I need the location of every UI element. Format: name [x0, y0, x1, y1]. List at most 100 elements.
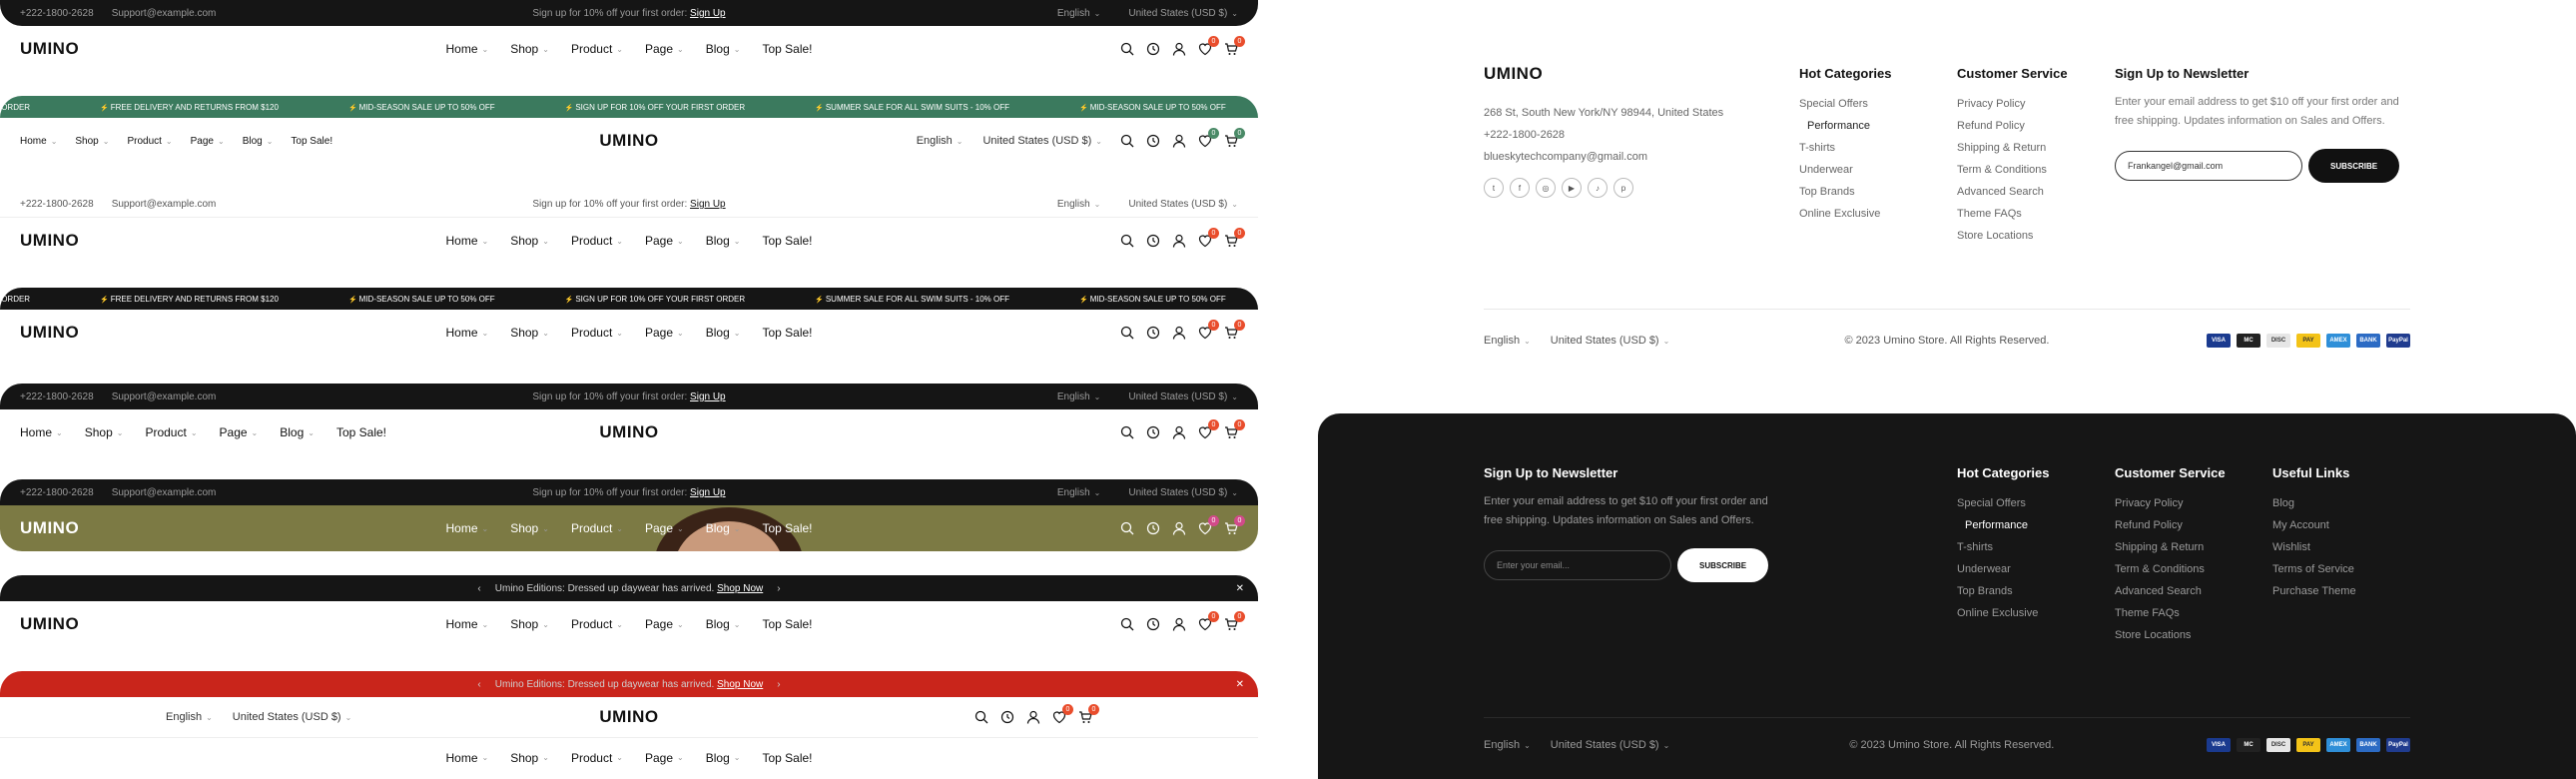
menu-item-page[interactable]: Page ⌄ [645, 521, 684, 535]
cart-icon[interactable]: 0 [1224, 419, 1245, 439]
footer-link[interactable]: Shipping & Return [1957, 137, 2068, 159]
footer-link[interactable]: Privacy Policy [1957, 93, 2068, 115]
heart-icon[interactable]: 0 [1198, 228, 1219, 248]
signup-link[interactable]: Sign Up [690, 391, 726, 402]
footer-link[interactable]: Special Offers [1799, 93, 1891, 115]
footer-link[interactable]: Blog [2272, 492, 2356, 514]
footer-link[interactable]: Special Offers [1957, 492, 2049, 514]
heart-icon[interactable]: 0 [1198, 36, 1219, 56]
menu-item-shop[interactable]: Shop ⌄ [510, 617, 549, 631]
menu-item-shop[interactable]: Shop ⌄ [510, 234, 549, 248]
menu-item-page[interactable]: Page ⌄ [645, 617, 684, 631]
menu-item-page[interactable]: Page ⌄ [191, 136, 225, 147]
email-field[interactable]: Frankangel@gmail.com [2115, 151, 2302, 181]
menu-item-shop[interactable]: Shop ⌄ [75, 136, 109, 147]
menu-item-blog[interactable]: Blog ⌄ [706, 42, 741, 56]
cart-icon[interactable]: 0 [1224, 320, 1245, 340]
user-icon[interactable] [1172, 42, 1186, 56]
recent-icon[interactable] [1146, 326, 1160, 340]
language-select[interactable]: English ⌄ [1057, 8, 1101, 19]
menu-item-product[interactable]: Product ⌄ [127, 136, 172, 147]
user-icon[interactable] [1172, 425, 1186, 439]
menu-item-top-sale[interactable]: Top Sale! [336, 425, 386, 439]
footer-link[interactable]: Underwear [1799, 159, 1891, 181]
currency-select[interactable]: United States (USD $) ⌄ [982, 135, 1102, 147]
menu-item-product[interactable]: Product ⌄ [571, 751, 623, 765]
menu-item-home[interactable]: Home ⌄ [445, 326, 488, 340]
user-icon[interactable] [1026, 710, 1040, 724]
recent-icon[interactable] [1146, 42, 1160, 56]
search-icon[interactable] [974, 710, 988, 724]
pinterest-icon[interactable]: p [1613, 178, 1633, 198]
menu-item-blog[interactable]: Blog ⌄ [706, 234, 741, 248]
prev-arrow-icon[interactable]: ‹ [477, 583, 480, 594]
menu-item-product[interactable]: Product ⌄ [571, 234, 623, 248]
language-select[interactable]: English ⌄ [1057, 199, 1101, 210]
prev-arrow-icon[interactable]: ‹ [477, 679, 480, 690]
signup-link[interactable]: Sign Up [690, 8, 726, 19]
next-arrow-icon[interactable]: › [777, 583, 780, 594]
footer-link[interactable]: T-shirts [1957, 536, 2049, 558]
footer-link[interactable]: Term & Conditions [1957, 159, 2068, 181]
menu-item-top-sale[interactable]: Top Sale! [762, 326, 812, 340]
search-icon[interactable] [1120, 42, 1134, 56]
footer-link[interactable]: Top Brands [1799, 181, 1891, 203]
shop-now-link[interactable]: Shop Now [717, 679, 763, 690]
menu-item-product[interactable]: Product ⌄ [571, 42, 623, 56]
menu-item-blog[interactable]: Blog ⌄ [706, 326, 741, 340]
menu-item-page[interactable]: Page ⌄ [645, 326, 684, 340]
menu-item-home[interactable]: Home ⌄ [445, 42, 488, 56]
menu-item-product[interactable]: Product ⌄ [145, 425, 197, 439]
cart-icon[interactable]: 0 [1224, 515, 1245, 535]
signup-link[interactable]: Sign Up [690, 487, 726, 498]
search-icon[interactable] [1120, 521, 1134, 535]
footer-link[interactable]: Online Exclusive [1957, 602, 2049, 624]
currency-select[interactable]: United States (USD $) ⌄ [1128, 487, 1238, 498]
menu-item-shop[interactable]: Shop ⌄ [85, 425, 124, 439]
youtube-icon[interactable]: ▶ [1562, 178, 1582, 198]
heart-icon[interactable]: 0 [1198, 611, 1219, 631]
facebook-icon[interactable]: f [1510, 178, 1530, 198]
cart-icon[interactable]: 0 [1224, 228, 1245, 248]
menu-item-home[interactable]: Home ⌄ [445, 521, 488, 535]
tiktok-icon[interactable]: ♪ [1588, 178, 1608, 198]
menu-item-blog[interactable]: Blog ⌄ [706, 521, 741, 535]
menu-item-top-sale[interactable]: Top Sale! [762, 617, 812, 631]
menu-item-product[interactable]: Product ⌄ [571, 617, 623, 631]
logo[interactable]: UMINO [20, 323, 79, 343]
currency-select[interactable]: United States (USD $) ⌄ [1551, 335, 1670, 347]
user-icon[interactable] [1172, 326, 1186, 340]
search-icon[interactable] [1120, 134, 1134, 148]
search-icon[interactable] [1120, 234, 1134, 248]
user-icon[interactable] [1172, 617, 1186, 631]
footer-link[interactable]: Purchase Theme [2272, 580, 2356, 602]
search-icon[interactable] [1120, 425, 1134, 439]
menu-item-home[interactable]: Home ⌄ [20, 425, 63, 439]
menu-item-blog[interactable]: Blog ⌄ [243, 136, 274, 147]
user-icon[interactable] [1172, 521, 1186, 535]
close-icon[interactable]: ✕ [1236, 679, 1244, 690]
footer-link[interactable]: Wishlist [2272, 536, 2356, 558]
language-select[interactable]: English ⌄ [166, 711, 213, 723]
footer-link[interactable]: Advanced Search [2115, 580, 2226, 602]
menu-item-home[interactable]: Home ⌄ [20, 136, 57, 147]
footer-link[interactable]: Advanced Search [1957, 181, 2068, 203]
user-icon[interactable] [1172, 234, 1186, 248]
next-arrow-icon[interactable]: › [777, 679, 780, 690]
menu-item-home[interactable]: Home ⌄ [445, 751, 488, 765]
menu-item-page[interactable]: Page ⌄ [645, 42, 684, 56]
email-field[interactable]: Enter your email... [1484, 550, 1671, 580]
twitter-icon[interactable]: t [1484, 178, 1504, 198]
recent-icon[interactable] [1146, 134, 1160, 148]
footer-link[interactable]: Performance [1799, 115, 1891, 137]
menu-item-product[interactable]: Product ⌄ [571, 326, 623, 340]
footer-link[interactable]: Privacy Policy [2115, 492, 2226, 514]
menu-item-home[interactable]: Home ⌄ [445, 234, 488, 248]
subscribe-button[interactable]: SUBSCRIBE [2308, 149, 2400, 183]
footer-link[interactable]: Store Locations [1957, 225, 2068, 247]
currency-select[interactable]: United States (USD $) ⌄ [1128, 199, 1238, 210]
menu-item-blog[interactable]: Blog ⌄ [706, 617, 741, 631]
menu-item-page[interactable]: Page ⌄ [220, 425, 259, 439]
cart-icon[interactable]: 0 [1078, 704, 1099, 724]
subscribe-button[interactable]: SUBSCRIBE [1677, 548, 1769, 582]
